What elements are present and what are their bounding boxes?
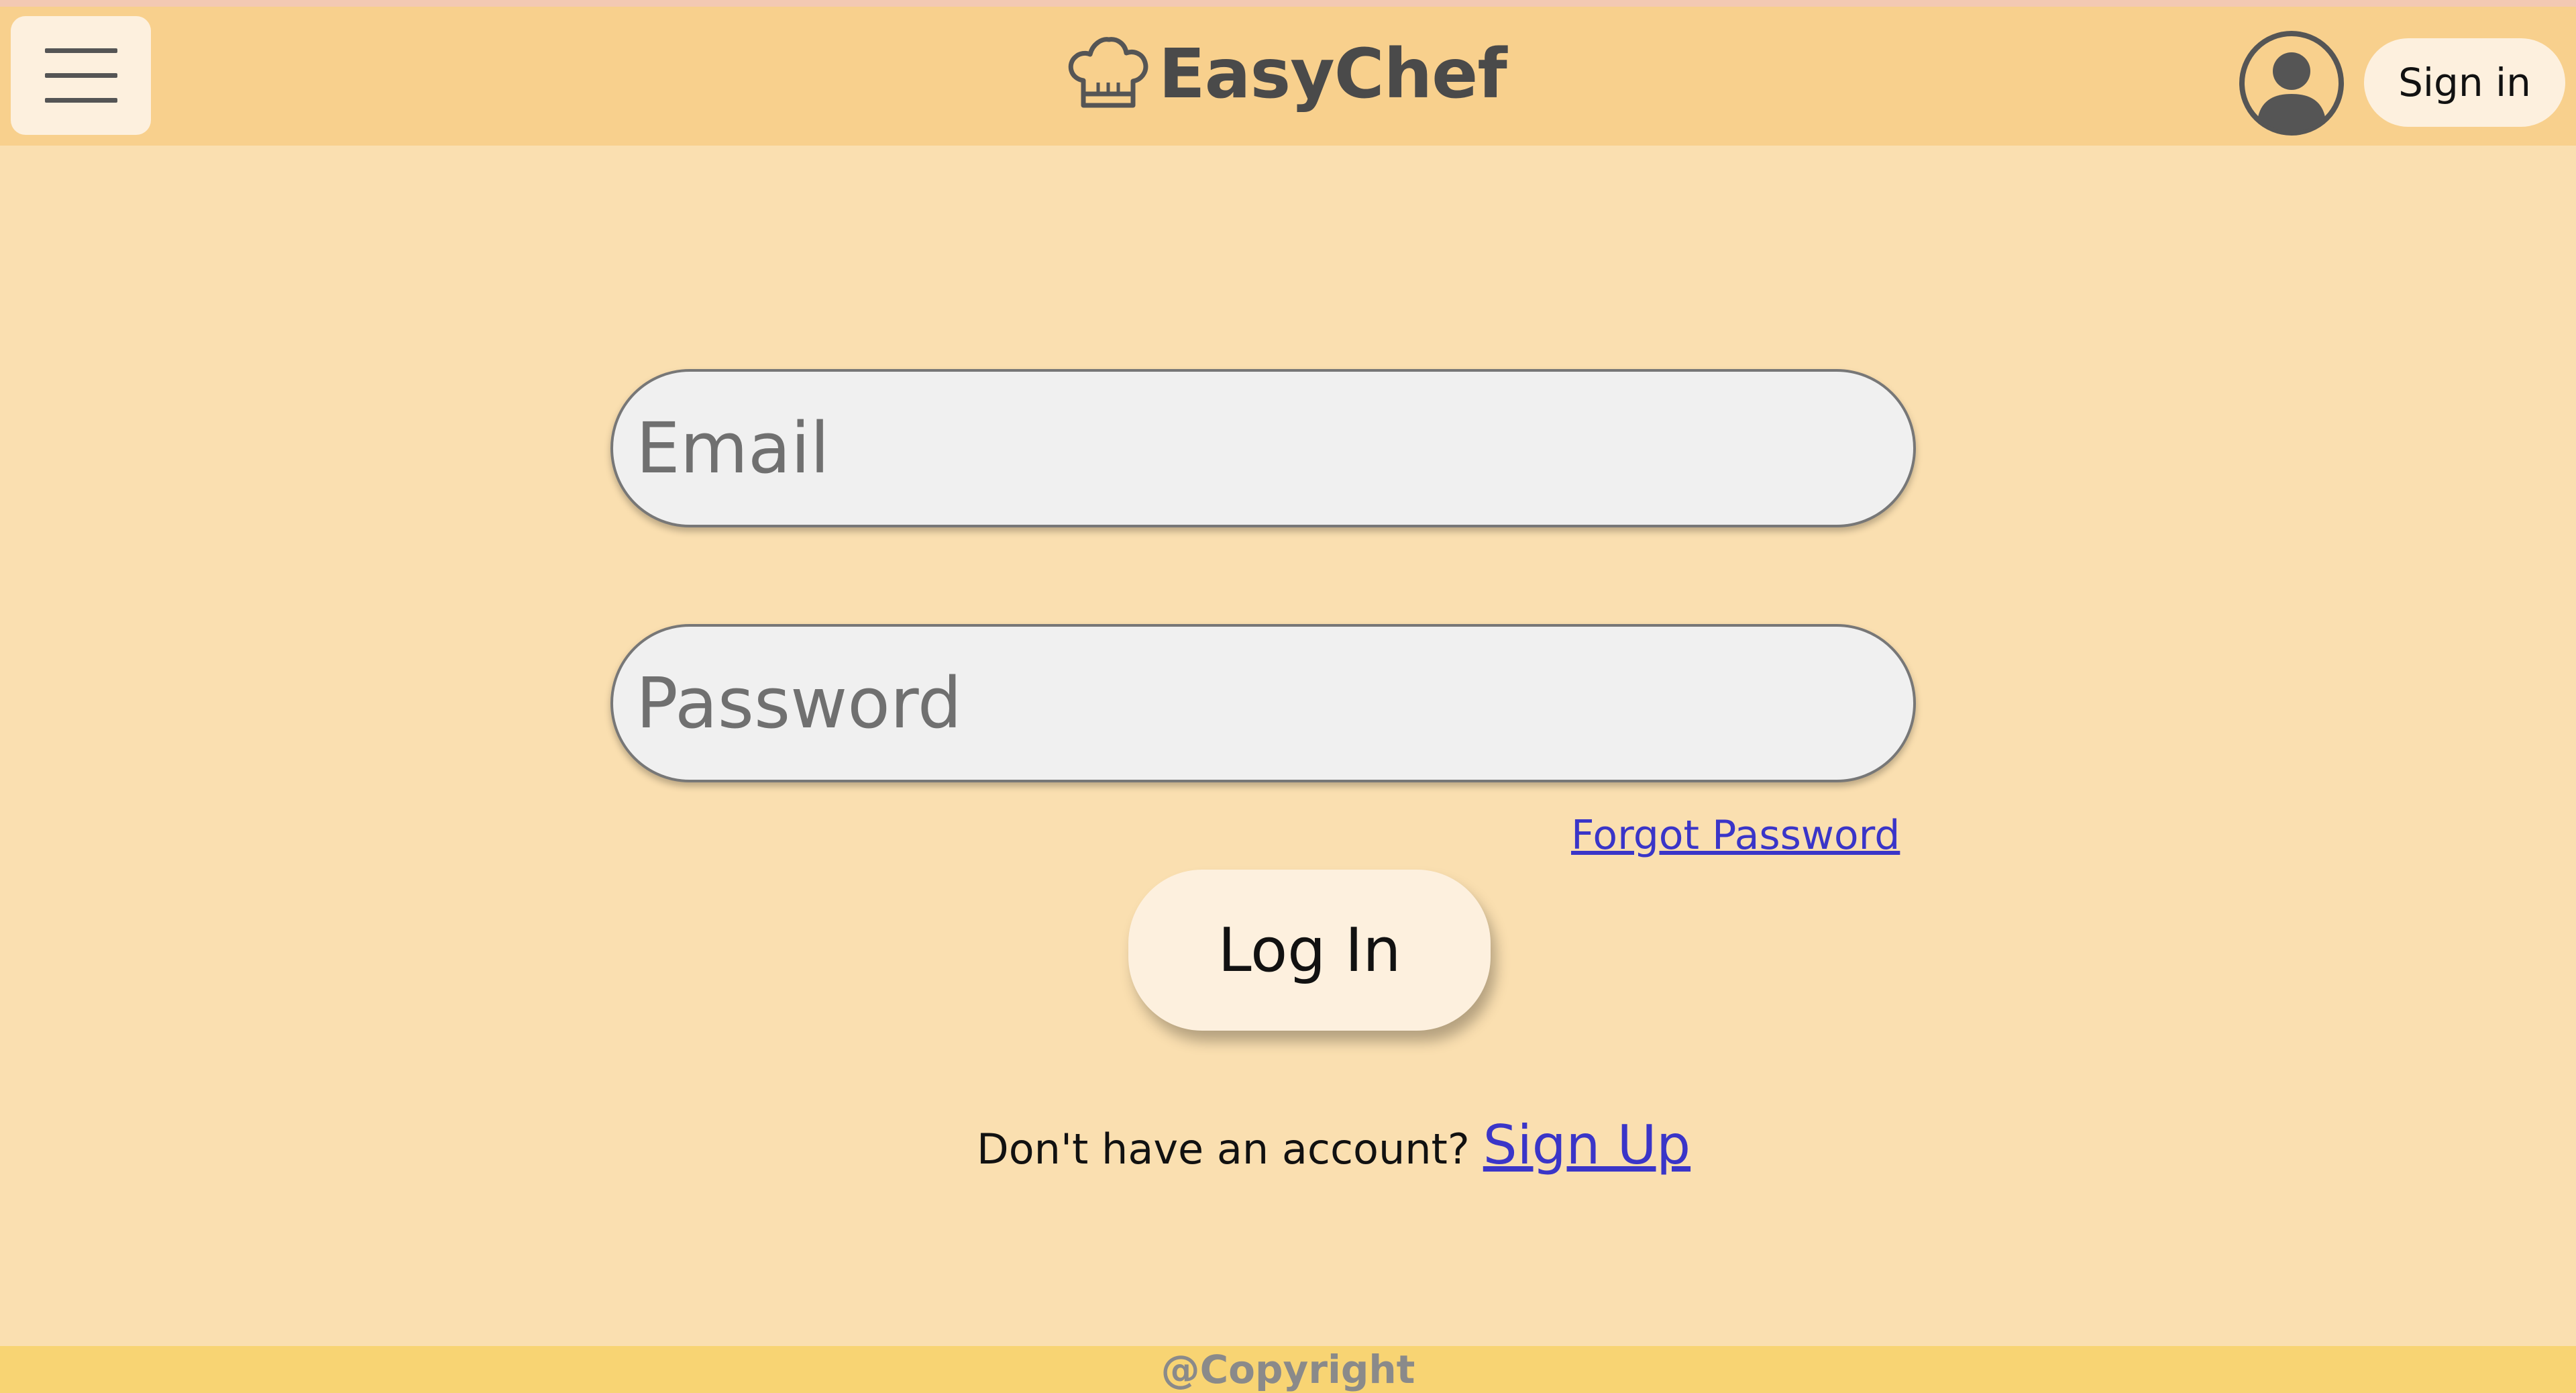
footer-bar: @Copyright xyxy=(0,1346,2576,1393)
sign-up-link[interactable]: Sign Up xyxy=(1483,1114,1690,1176)
sign-in-button[interactable]: Sign in xyxy=(2364,38,2565,127)
hamburger-menu-icon-bar xyxy=(44,73,117,78)
forgot-password-link[interactable]: Forgot Password xyxy=(1571,812,1900,859)
menu-button[interactable] xyxy=(11,16,151,135)
user-avatar-icon[interactable] xyxy=(2238,30,2345,137)
header-bar: EasyChef Sign in xyxy=(0,7,2576,146)
brand-logo[interactable]: EasyChef xyxy=(1063,13,1507,134)
password-input[interactable] xyxy=(610,624,1916,782)
log-in-button[interactable]: Log In xyxy=(1128,870,1491,1031)
signup-prompt: Don't have an account? Sign Up xyxy=(977,1114,1690,1194)
email-input[interactable] xyxy=(610,369,1916,527)
no-account-text: Don't have an account? xyxy=(977,1125,1470,1174)
copyright-text: @Copyright xyxy=(1161,1347,1415,1392)
chef-hat-icon xyxy=(1068,37,1148,108)
brand-name: EasyChef xyxy=(1159,34,1507,114)
hamburger-menu-icon xyxy=(44,48,117,53)
hamburger-menu-icon-bar xyxy=(44,98,117,103)
top-accent-line xyxy=(0,0,2576,7)
